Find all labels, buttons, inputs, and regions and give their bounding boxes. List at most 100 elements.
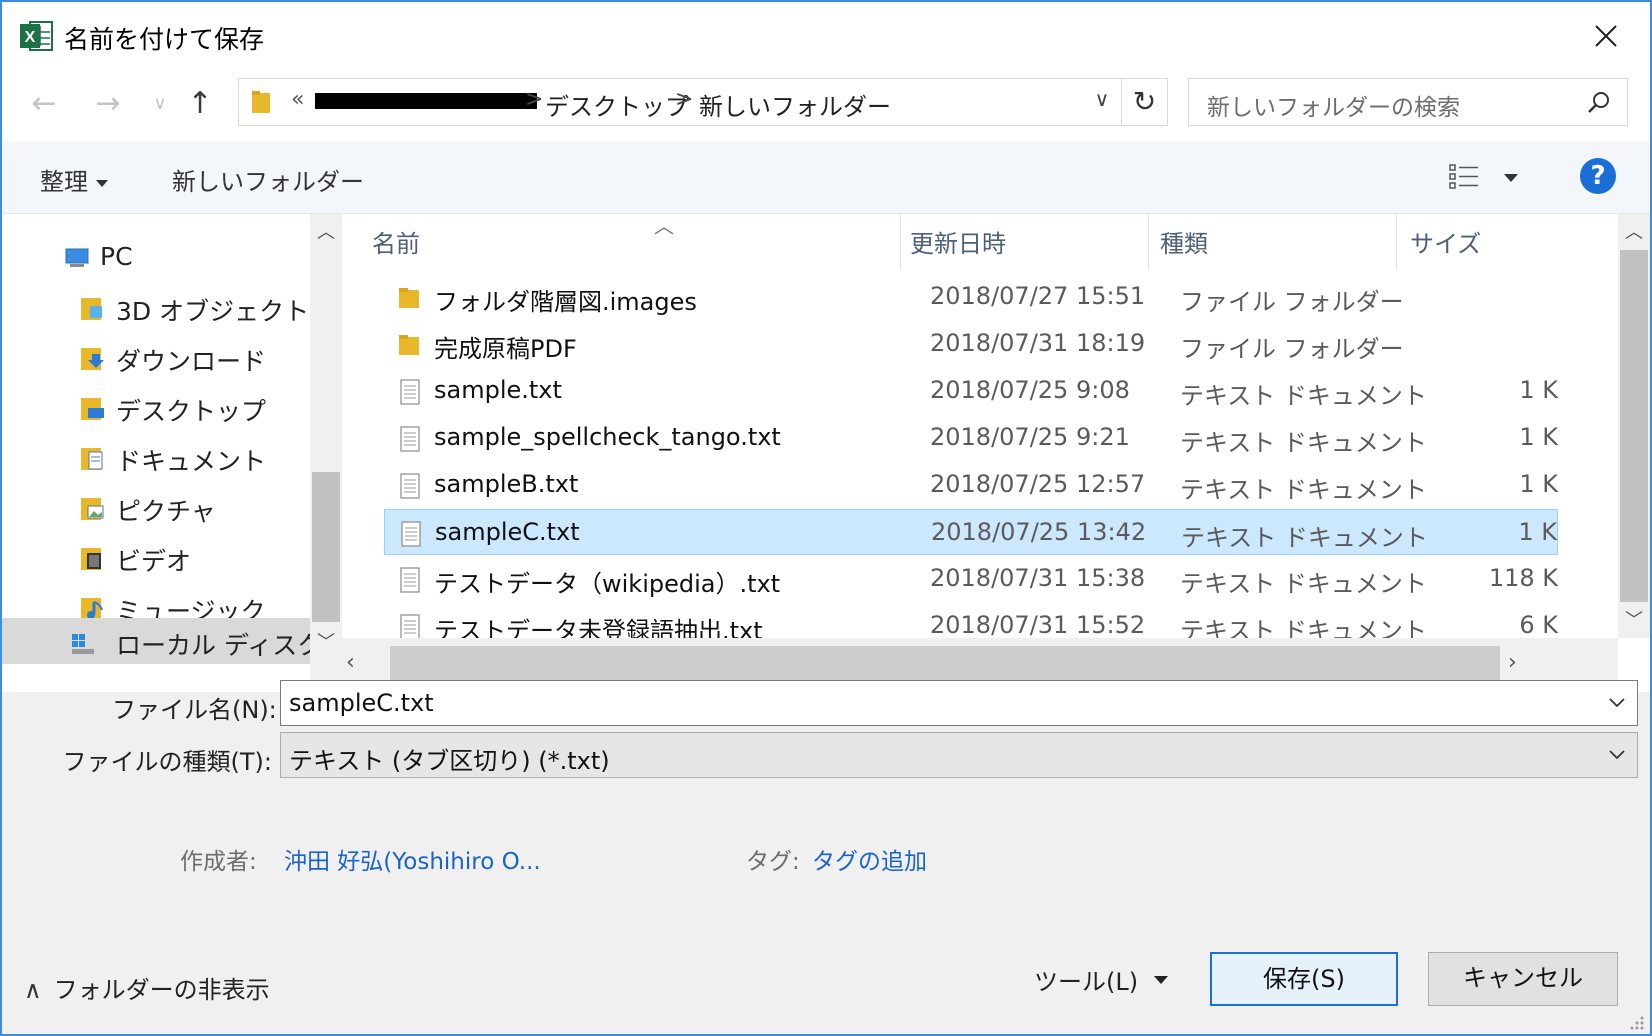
search-icon[interactable] [1585, 89, 1613, 117]
column-header-date[interactable]: 更新日時 [910, 224, 1006, 259]
breadcrumb-separator-icon[interactable]: > [675, 87, 693, 112]
file-type: ファイル フォルダー [1180, 335, 1404, 363]
file-size: 118 K [1488, 564, 1558, 592]
breadcrumb-new-folder[interactable]: 新しいフォルダー [699, 87, 891, 122]
address-dropdown-icon[interactable]: ∨ [1087, 87, 1117, 117]
file-row[interactable]: sample.txt 2018/07/25 9:08 テキスト ドキュメント 1 K [384, 368, 1558, 414]
address-row: ← → ∨ ↑ « > デスクトップ > 新しいフォルダー ∨ ↻ 新しいフォル… [2, 68, 1650, 142]
nav-item-label: デスクトップ [116, 397, 267, 426]
organize-button[interactable]: 整理 [40, 162, 108, 197]
recent-locations-chevron-icon[interactable]: ∨ [142, 86, 178, 122]
column-header-type[interactable]: 種類 [1160, 224, 1208, 259]
add-tag-link[interactable]: タグの追加 [812, 842, 927, 876]
file-size: 6 K [1519, 611, 1558, 639]
search-input[interactable]: 新しいフォルダーの検索 [1188, 78, 1628, 126]
file-row[interactable]: テストデータ（wikipedia）.txt 2018/07/31 15:38 テキス… [384, 556, 1558, 602]
file-row[interactable]: sampleC.txt 2018/07/25 13:42 テキスト ドキュメント 1 … [384, 509, 1558, 555]
organize-label: 整理 [40, 168, 88, 196]
column-divider[interactable] [900, 214, 901, 270]
scroll-right-icon[interactable]: › [1508, 650, 1517, 675]
column-header-size[interactable]: サイズ [1410, 224, 1481, 259]
text-file-icon [401, 521, 421, 547]
save-button[interactable]: 保存(S) [1210, 952, 1398, 1006]
file-name: sample.txt [434, 376, 562, 404]
scroll-down-icon[interactable]: ﹀ [316, 628, 336, 654]
nav-item-label: PC [100, 242, 133, 271]
column-divider[interactable] [1148, 214, 1149, 270]
file-row[interactable]: sampleB.txt 2018/07/25 12:57 テキスト ドキュメント 1 … [384, 462, 1558, 508]
breadcrumb-desktop[interactable]: デスクトップ [545, 87, 689, 122]
filetype-value: テキスト (タブ区切り) (*.txt) [289, 747, 610, 775]
filename-input[interactable]: sampleC.txt [280, 680, 1638, 726]
tools-caret-icon[interactable] [1154, 976, 1168, 984]
file-type: ファイル フォルダー [1180, 288, 1404, 316]
file-size: 1 K [1519, 470, 1558, 498]
file-date: 2018/07/25 12:57 [930, 470, 1146, 498]
filename-value: sampleC.txt [289, 689, 434, 717]
desktop-folder-icon [81, 398, 104, 420]
nav-item-videos[interactable]: ビデオ [2, 532, 312, 584]
hide-folders-button[interactable]: ∧ フォルダーの非表示 [24, 970, 270, 1005]
nav-pane-scrollbar[interactable]: ︿ ﹀ [310, 214, 342, 692]
chevron-down-icon[interactable] [1607, 693, 1627, 713]
nav-item-downloads[interactable]: ダウンロード [2, 332, 312, 384]
forward-arrow-icon[interactable]: → [90, 86, 126, 122]
pictures-folder-icon [81, 498, 104, 520]
filetype-label: ファイルの種類(T): [62, 748, 272, 776]
column-header-name[interactable]: 名前 [372, 224, 420, 259]
back-arrow-icon[interactable]: ← [26, 86, 62, 122]
address-bar[interactable]: « > デスクトップ > 新しいフォルダー ∨ ↻ [238, 78, 1168, 126]
redacted-path-segment [315, 93, 537, 109]
file-name: sample_spellcheck_tango.txt [434, 423, 781, 451]
downloads-folder-icon [81, 348, 104, 370]
filetype-select[interactable]: テキスト (タブ区切り) (*.txt) [280, 732, 1638, 778]
nav-item-3d-objects[interactable]: 3D オブジェクト [2, 282, 312, 334]
file-size: 1 K [1519, 423, 1558, 451]
file-type: テキスト ドキュメント [1180, 570, 1427, 598]
chevron-down-icon[interactable] [1607, 745, 1627, 765]
nav-item-label: ビデオ [116, 547, 192, 576]
scroll-up-icon[interactable]: ︿ [316, 218, 336, 244]
folder-icon [252, 91, 270, 113]
nav-item-local-disk[interactable]: ローカル ディスク (C [2, 618, 357, 664]
nav-item-label: ピクチャ [116, 497, 216, 526]
filename-label: ファイル名(N): [112, 696, 277, 724]
file-name: フォルダ階層図.images [434, 288, 697, 316]
file-list-vertical-scroll-thumb[interactable] [1620, 250, 1648, 602]
nav-item-documents[interactable]: ドキュメント [2, 432, 312, 484]
nav-pane-scroll-thumb[interactable] [312, 472, 340, 622]
tools-button[interactable]: ツール(L) [1034, 962, 1138, 997]
file-size: 1 K [1518, 518, 1557, 546]
close-icon[interactable] [1588, 18, 1624, 54]
scroll-left-icon[interactable]: ‹ [346, 650, 355, 675]
cancel-button[interactable]: キャンセル [1428, 952, 1618, 1006]
file-type: テキスト ドキュメント [1181, 524, 1428, 552]
file-list-horizontal-scroll-thumb[interactable] [390, 646, 1500, 682]
new-folder-button[interactable]: 新しいフォルダー [172, 162, 364, 197]
file-list-vertical-scrollbar[interactable]: ︿ ﹀ [1618, 214, 1650, 638]
overflow-chevron-icon[interactable]: « [291, 87, 304, 112]
resize-grip-icon[interactable] [1626, 1012, 1646, 1032]
up-arrow-icon[interactable]: ↑ [182, 86, 218, 122]
navigation-pane: PC 3D オブジェクト ダウンロード デスクトップ ドキュメント ピクチャ ビ… [2, 214, 357, 692]
videos-folder-icon [81, 548, 101, 570]
file-row[interactable]: フォルダ階層図.images 2018/07/27 15:51 ファイル フォルダー [384, 274, 1558, 320]
nav-item-pictures[interactable]: ピクチャ [2, 482, 312, 534]
view-options-icon[interactable] [1448, 162, 1480, 192]
dialog-title: 名前を付けて保存 [64, 25, 265, 54]
refresh-icon[interactable]: ↻ [1121, 79, 1167, 125]
file-row[interactable]: 完成原稿PDF 2018/07/31 18:19 ファイル フォルダー [384, 321, 1558, 367]
breadcrumb-separator-icon[interactable]: > [525, 87, 543, 112]
view-options-caret-icon[interactable] [1504, 174, 1518, 182]
scroll-down-icon[interactable]: ﹀ [1624, 606, 1644, 632]
documents-folder-icon [81, 448, 103, 470]
column-divider[interactable] [1396, 214, 1397, 270]
file-row[interactable]: sample_spellcheck_tango.txt 2018/07/25 9:… [384, 415, 1558, 461]
nav-item-pc[interactable]: PC [2, 232, 312, 284]
help-icon[interactable]: ? [1580, 158, 1616, 194]
nav-item-desktop[interactable]: デスクトップ [2, 382, 312, 434]
excel-icon: X [20, 21, 53, 51]
save-as-dialog: X 名前を付けて保存 ← → ∨ ↑ « > デスクトップ > 新しいフォルダー… [0, 0, 1652, 1036]
scroll-up-icon[interactable]: ︿ [1624, 218, 1644, 244]
author-value[interactable]: 沖田 好弘(Yoshihiro O... [284, 842, 541, 876]
